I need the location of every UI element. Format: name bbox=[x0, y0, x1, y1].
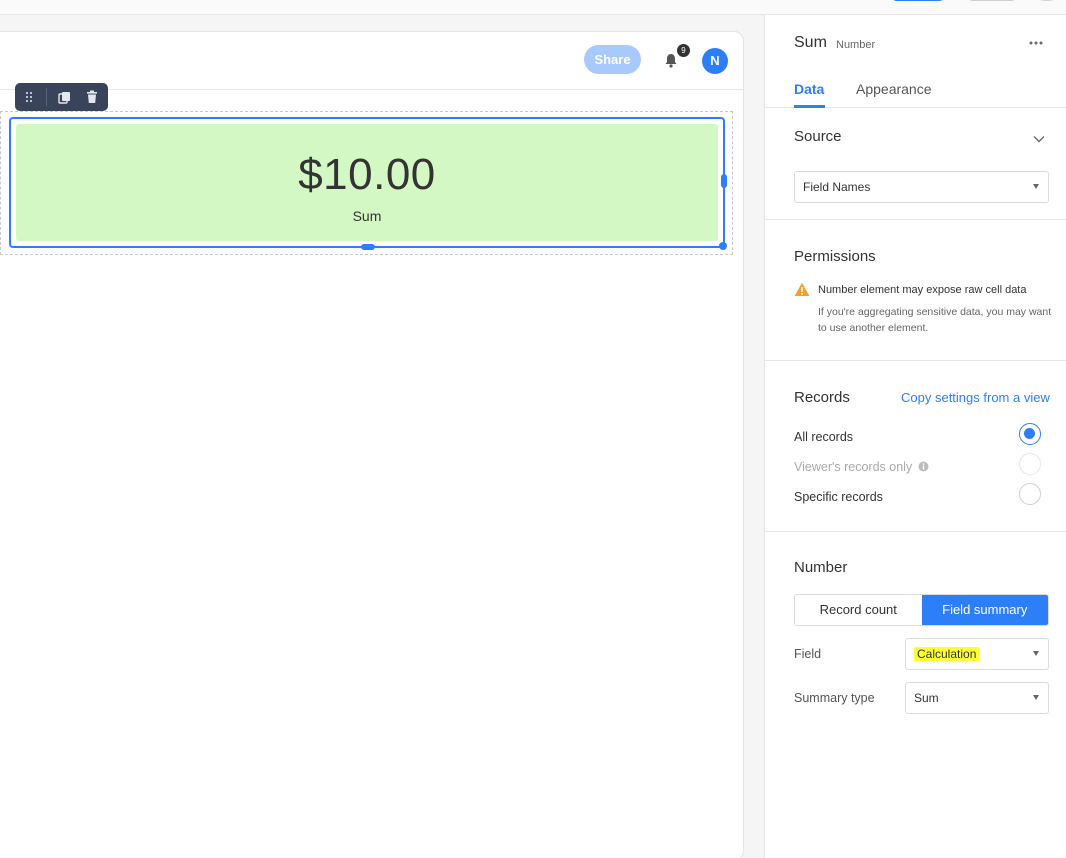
duplicate-button[interactable] bbox=[50, 83, 78, 111]
panel-title: Sum bbox=[794, 34, 827, 51]
source-section: Source Field Names bbox=[765, 108, 1066, 220]
resize-handle-corner[interactable] bbox=[719, 242, 727, 250]
more-options-button[interactable] bbox=[1028, 33, 1044, 51]
copy-settings-link[interactable]: Copy settings from a view bbox=[901, 390, 1050, 405]
field-label: Field bbox=[794, 647, 822, 661]
notification-badge: 9 bbox=[677, 44, 690, 57]
caret-down-icon bbox=[1033, 184, 1039, 189]
chevron-down-icon bbox=[1033, 136, 1045, 143]
number-title: Number bbox=[794, 559, 848, 576]
bell-icon bbox=[665, 53, 677, 68]
tab-appearance[interactable]: Appearance bbox=[856, 81, 932, 97]
source-collapse-button[interactable] bbox=[1033, 130, 1045, 148]
viewers-records-text: Viewer's records only bbox=[794, 460, 913, 474]
summary-type-label: Summary type bbox=[794, 691, 875, 705]
permissions-section: Permissions Number element may expose ra… bbox=[765, 220, 1066, 361]
record-count-button[interactable]: Record count bbox=[795, 595, 922, 625]
source-select[interactable]: Field Names bbox=[794, 171, 1049, 203]
field-select-value: Calculation bbox=[914, 647, 980, 661]
radio-label-specific-records[interactable]: Specific records bbox=[794, 490, 883, 504]
number-element-body: $10.00 Sum bbox=[16, 124, 718, 241]
info-icon[interactable] bbox=[918, 461, 929, 472]
radio-label-viewers-records: Viewer's records only bbox=[794, 460, 929, 474]
number-value: $10.00 bbox=[298, 150, 436, 199]
field-select[interactable]: Calculation bbox=[905, 638, 1049, 670]
source-title[interactable]: Source bbox=[794, 128, 842, 145]
more-horizontal-icon bbox=[1029, 41, 1043, 45]
drag-handle[interactable] bbox=[15, 83, 43, 111]
trash-icon bbox=[87, 90, 97, 103]
interface-canvas: Share 9 N $10.00 Sum bbox=[0, 15, 764, 858]
caret-down-icon bbox=[1033, 651, 1039, 656]
source-select-value: Field Names bbox=[803, 180, 871, 194]
page-header: Share 9 N bbox=[0, 32, 743, 90]
resize-handle-right[interactable] bbox=[721, 174, 727, 188]
top-round-button[interactable] bbox=[1036, 0, 1058, 1]
number-mode-toggle: Record count Field summary bbox=[794, 594, 1049, 626]
caret-down-icon bbox=[1033, 695, 1039, 700]
warning-icon bbox=[794, 282, 810, 302]
permissions-title: Permissions bbox=[794, 248, 876, 265]
records-section: Records Copy settings from a view All re… bbox=[765, 361, 1066, 532]
grip-dots-icon bbox=[25, 91, 33, 103]
top-secondary-button[interactable] bbox=[968, 0, 1016, 1]
resize-handle-bottom[interactable] bbox=[361, 244, 375, 250]
panel-tabs: Data Appearance bbox=[765, 75, 1066, 108]
top-primary-button[interactable] bbox=[892, 0, 944, 1]
warning-text: If you're aggregating sensitive data, yo… bbox=[818, 306, 1052, 334]
number-element[interactable]: $10.00 Sum bbox=[9, 117, 725, 248]
radio-label-all-records[interactable]: All records bbox=[794, 430, 853, 444]
duplicate-icon bbox=[57, 91, 70, 104]
field-summary-button[interactable]: Field summary bbox=[921, 595, 1048, 625]
summary-type-value: Sum bbox=[914, 691, 939, 705]
records-title: Records bbox=[794, 389, 850, 406]
top-bar bbox=[0, 0, 1066, 15]
panel-subtitle: Number bbox=[836, 39, 876, 51]
radio-all-records[interactable] bbox=[1019, 423, 1041, 445]
radio-specific-records[interactable] bbox=[1019, 483, 1041, 505]
element-toolbar bbox=[15, 83, 108, 111]
number-label: Sum bbox=[352, 208, 382, 224]
avatar[interactable]: N bbox=[702, 48, 728, 74]
properties-panel: Sum Number Data Appearance Source Field … bbox=[764, 15, 1066, 858]
share-button[interactable]: Share bbox=[584, 45, 641, 74]
delete-button[interactable] bbox=[78, 83, 106, 111]
toolbar-divider bbox=[46, 88, 47, 106]
warning-title: Number element may expose raw cell data bbox=[818, 284, 1027, 296]
radio-viewers-records bbox=[1019, 453, 1041, 475]
tab-data[interactable]: Data bbox=[794, 81, 824, 97]
summary-type-select[interactable]: Sum bbox=[905, 682, 1049, 714]
